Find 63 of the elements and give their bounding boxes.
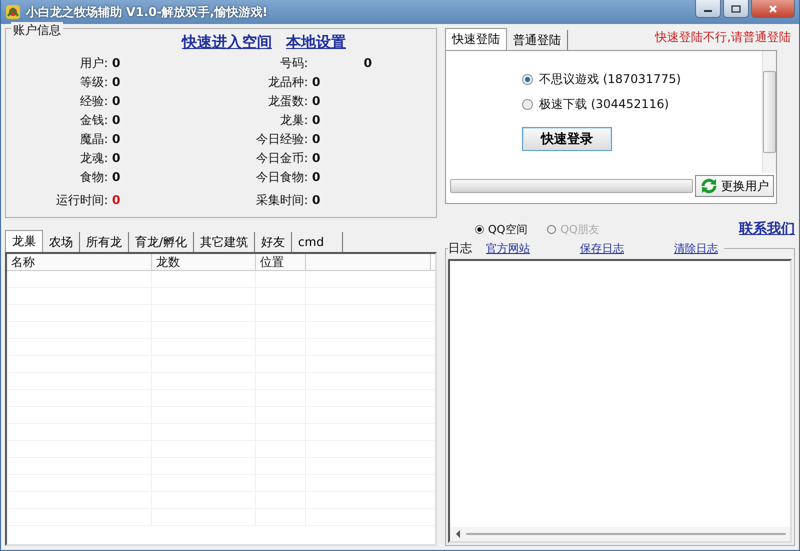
field-label: 等级: xyxy=(78,75,109,90)
log-link[interactable]: 清除日志 xyxy=(674,240,718,256)
field-value: 0 xyxy=(312,151,322,166)
horizontal-scrollbar[interactable] xyxy=(450,179,693,193)
field-value: 0 xyxy=(312,113,322,128)
field-value: 0 xyxy=(112,94,122,109)
field-value: 0 xyxy=(112,113,122,128)
column-header[interactable]: 名称 xyxy=(7,254,152,270)
field-value: 0 xyxy=(312,132,322,147)
field-label: 采集时间: xyxy=(254,193,309,208)
field-label: 用户: xyxy=(78,56,109,71)
minimize-button[interactable] xyxy=(695,0,721,18)
account-radio[interactable]: 极速下载 (304452116) xyxy=(522,96,669,113)
field-label: 今日金币: xyxy=(254,151,309,166)
field-label: 号码: xyxy=(278,56,309,71)
field-value: 0 xyxy=(112,170,122,185)
switch-user-button[interactable]: 更换用户 xyxy=(695,175,774,197)
field-label: 经验: xyxy=(78,94,109,109)
vertical-scrollbar[interactable] xyxy=(762,51,776,173)
field-label: 食物: xyxy=(78,170,109,185)
header-link[interactable]: 快速进入空间 xyxy=(182,33,272,52)
field-value: 0 xyxy=(312,75,322,90)
field-label: 龙魂: xyxy=(78,151,109,166)
quick-login-button[interactable]: 快速登录 xyxy=(522,127,612,151)
column-header[interactable]: 位置 xyxy=(256,254,306,270)
contact-link[interactable]: 联系我们 xyxy=(739,220,795,238)
left-arrow-icon xyxy=(454,529,462,539)
window-title: 小白龙之牧场辅助 V1.0-解放双手,愉快游戏! xyxy=(26,4,269,20)
field-value: 0 xyxy=(312,193,322,208)
close-icon xyxy=(768,4,778,12)
field-value: 0 xyxy=(112,193,122,208)
field-value: 0 xyxy=(362,56,373,71)
group-title: 账户信息 xyxy=(11,22,63,39)
field-label: 金钱: xyxy=(78,113,109,128)
field-value: 0 xyxy=(112,151,122,166)
field-value: 0 xyxy=(312,170,322,185)
field-value: 0 xyxy=(112,75,122,90)
field-label: 今日食物: xyxy=(254,170,309,185)
group-title: 日志 xyxy=(448,240,472,256)
app-icon xyxy=(5,4,21,20)
field-value: 0 xyxy=(312,94,322,109)
header-link[interactable]: 本地设置 xyxy=(286,33,346,52)
refresh-icon xyxy=(700,178,718,194)
log-link[interactable]: 官方网站 xyxy=(486,240,530,256)
field-label: 今日经验: xyxy=(254,132,309,147)
close-button[interactable] xyxy=(751,0,795,18)
tab[interactable]: 龙巢 xyxy=(5,230,43,252)
notice-text: 快速登陆不行,请普通登陆 xyxy=(655,29,792,46)
field-value: 0 xyxy=(112,56,122,71)
field-label: 魔晶: xyxy=(78,132,109,147)
field-value: 0 xyxy=(112,132,122,147)
maximize-button[interactable] xyxy=(723,0,749,18)
account-radio[interactable]: 不思议遊戏 (187031775) xyxy=(522,71,681,88)
log-link[interactable]: 保存日志 xyxy=(580,240,624,256)
maximize-icon xyxy=(731,4,741,12)
tab[interactable]: 快速登陆 xyxy=(445,28,507,50)
field-label: 龙蛋数: xyxy=(266,94,309,109)
target-radio[interactable]: QQ空间 xyxy=(475,222,528,236)
field-label: 龙品种: xyxy=(266,75,309,90)
horizontal-scrollbar[interactable] xyxy=(450,527,790,541)
field-label: 运行时间: xyxy=(54,193,109,208)
field-label: 龙巢: xyxy=(278,113,309,128)
column-header[interactable]: 龙数 xyxy=(152,254,256,270)
